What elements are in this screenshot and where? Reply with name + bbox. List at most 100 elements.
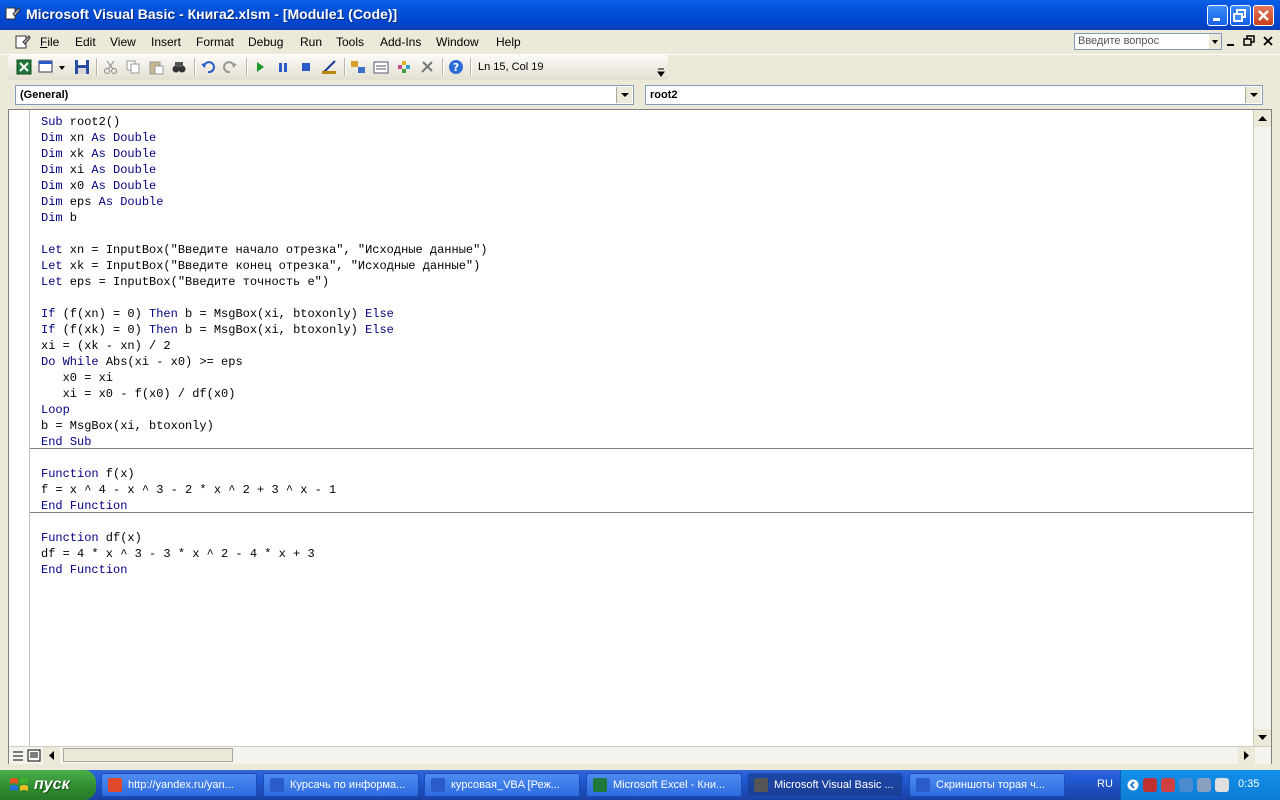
- code-line[interactable]: [41, 226, 488, 242]
- scroll-up-button[interactable]: [1254, 110, 1271, 127]
- update-icon[interactable]: [1179, 778, 1193, 792]
- code-line[interactable]: End Function: [41, 562, 488, 578]
- mdi-close-icon[interactable]: [1262, 35, 1274, 47]
- code-text[interactable]: Sub root2() Dim xn As Double Dim xk As Dou…: [41, 114, 488, 578]
- code-line[interactable]: [41, 290, 488, 306]
- horizontal-scrollbar[interactable]: [9, 746, 1271, 764]
- menu-add-ins[interactable]: Add-Ins: [380, 35, 421, 49]
- vertical-scrollbar[interactable]: [1253, 110, 1271, 746]
- taskbar-button[interactable]: Microsoft Excel - Кни...: [586, 773, 742, 797]
- run-icon[interactable]: [252, 59, 268, 75]
- undo-icon[interactable]: [200, 59, 216, 75]
- chevron-down-icon[interactable]: [58, 65, 66, 71]
- procedure-dropdown[interactable]: root2: [645, 85, 1263, 105]
- scroll-right-button[interactable]: [1238, 747, 1255, 764]
- object-browser-icon[interactable]: [396, 59, 412, 75]
- code-line[interactable]: xi = x0 - f(x0) / df(x0): [41, 386, 488, 402]
- code-line[interactable]: Function df(x): [41, 530, 488, 546]
- code-line[interactable]: xi = (xk - xn) / 2: [41, 338, 488, 354]
- code-line[interactable]: Loop: [41, 402, 488, 418]
- toolbox-icon[interactable]: [419, 59, 435, 75]
- code-line[interactable]: Dim x0 As Double: [41, 178, 488, 194]
- menu-window[interactable]: Window: [436, 35, 479, 49]
- break-icon[interactable]: [275, 59, 291, 75]
- object-dropdown[interactable]: (General): [15, 85, 634, 105]
- horizontal-scroll-thumb[interactable]: [63, 748, 233, 762]
- find-icon[interactable]: [171, 59, 187, 75]
- taskbar-button[interactable]: Курсачь по информа...: [263, 773, 419, 797]
- chevron-down-icon[interactable]: [1245, 87, 1261, 103]
- paste-icon[interactable]: [148, 59, 164, 75]
- network-icon[interactable]: [1143, 778, 1157, 792]
- vba-module-icon[interactable]: [14, 33, 32, 51]
- volume-icon[interactable]: [1215, 778, 1229, 792]
- minimize-button[interactable]: [1207, 5, 1228, 26]
- close-button[interactable]: [1253, 5, 1274, 26]
- code-line[interactable]: [41, 514, 488, 530]
- code-line[interactable]: Let xk = InputBox("Введите конец отрезка…: [41, 258, 488, 274]
- mdi-minimize-icon[interactable]: [1226, 37, 1236, 47]
- cut-icon[interactable]: [103, 59, 119, 75]
- code-line[interactable]: f = x ^ 4 - x ^ 3 - 2 * x ^ 2 + 3 ^ x - …: [41, 482, 488, 498]
- mdi-restore-icon[interactable]: [1243, 35, 1255, 47]
- language-indicator[interactable]: RU: [1097, 778, 1113, 790]
- menu-edit[interactable]: Edit: [75, 35, 96, 49]
- menu-format[interactable]: Format: [196, 35, 234, 49]
- vba-app-icon[interactable]: [5, 6, 21, 22]
- tray-expand-icon[interactable]: [1127, 779, 1139, 791]
- taskbar-button[interactable]: Скриншоты торая ч...: [909, 773, 1065, 797]
- code-line[interactable]: x0 = xi: [41, 370, 488, 386]
- code-line[interactable]: b = MsgBox(xi, btoxonly): [41, 418, 488, 434]
- chevron-down-icon[interactable]: [616, 87, 632, 103]
- reset-icon[interactable]: [298, 59, 314, 75]
- design-mode-icon[interactable]: [321, 59, 337, 75]
- taskbar-button[interactable]: http://yandex.ru/yan...: [101, 773, 257, 797]
- code-line[interactable]: [41, 450, 488, 466]
- save-icon[interactable]: [74, 59, 90, 75]
- help-dropdown-arrow[interactable]: [1209, 34, 1221, 49]
- insert-userform-icon[interactable]: [38, 59, 54, 75]
- code-editor[interactable]: Sub root2() Dim xn As Double Dim xk As Dou…: [8, 109, 1272, 764]
- menu-view[interactable]: View: [110, 35, 136, 49]
- menu-debug[interactable]: Debug: [248, 35, 283, 49]
- scroll-down-button[interactable]: [1254, 729, 1271, 746]
- taskbar-button[interactable]: курсовая_VBA [Реж...: [424, 773, 580, 797]
- code-line[interactable]: Dim b: [41, 210, 488, 226]
- full-module-view-icon[interactable]: [27, 749, 41, 762]
- project-explorer-icon[interactable]: [350, 59, 366, 75]
- maximize-button[interactable]: [1230, 5, 1251, 26]
- code-line[interactable]: If (f(xn) = 0) Then b = MsgBox(xi, btoxo…: [41, 306, 488, 322]
- toolbar-options-icon[interactable]: [656, 67, 666, 77]
- margin-indicator-bar[interactable]: [9, 110, 30, 746]
- code-line[interactable]: Let eps = InputBox("Введите точность e"): [41, 274, 488, 290]
- code-line[interactable]: Sub root2(): [41, 114, 488, 130]
- code-line[interactable]: If (f(xk) = 0) Then b = MsgBox(xi, btoxo…: [41, 322, 488, 338]
- copy-icon[interactable]: [125, 59, 141, 75]
- taskbar-button[interactable]: Microsoft Visual Basic ...: [747, 773, 903, 797]
- properties-window-icon[interactable]: [373, 59, 389, 75]
- start-button[interactable]: пуск: [0, 770, 96, 800]
- code-line[interactable]: Dim xn As Double: [41, 130, 488, 146]
- help-icon[interactable]: ?: [448, 59, 464, 75]
- scroll-left-button[interactable]: [43, 747, 60, 764]
- code-line[interactable]: df = 4 * x ^ 3 - 3 * x ^ 2 - 4 * x + 3: [41, 546, 488, 562]
- code-line[interactable]: Dim xi As Double: [41, 162, 488, 178]
- redo-icon[interactable]: [222, 59, 238, 75]
- antivirus-icon[interactable]: [1197, 778, 1211, 792]
- code-line[interactable]: Dim eps As Double: [41, 194, 488, 210]
- code-line[interactable]: Do While Abs(xi - x0) >= eps: [41, 354, 488, 370]
- menu-help[interactable]: Help: [496, 35, 521, 49]
- menu-file[interactable]: File: [40, 35, 59, 49]
- code-line[interactable]: Dim xk As Double: [41, 146, 488, 162]
- procedure-view-icon[interactable]: [11, 749, 25, 762]
- help-question-input[interactable]: Введите вопрос: [1074, 33, 1222, 50]
- menu-run[interactable]: Run: [300, 35, 322, 49]
- code-keyword: Dim: [41, 147, 63, 161]
- code-line[interactable]: Let xn = InputBox("Введите начало отрезк…: [41, 242, 488, 258]
- code-line[interactable]: Function f(x): [41, 466, 488, 482]
- menu-insert[interactable]: Insert: [151, 35, 181, 49]
- menu-tools[interactable]: Tools: [336, 35, 364, 49]
- title-bar[interactable]: Microsoft Visual Basic - Книга2.xlsm - […: [0, 0, 1280, 30]
- network-alert-icon[interactable]: [1161, 778, 1175, 792]
- excel-view-icon[interactable]: [16, 59, 32, 75]
